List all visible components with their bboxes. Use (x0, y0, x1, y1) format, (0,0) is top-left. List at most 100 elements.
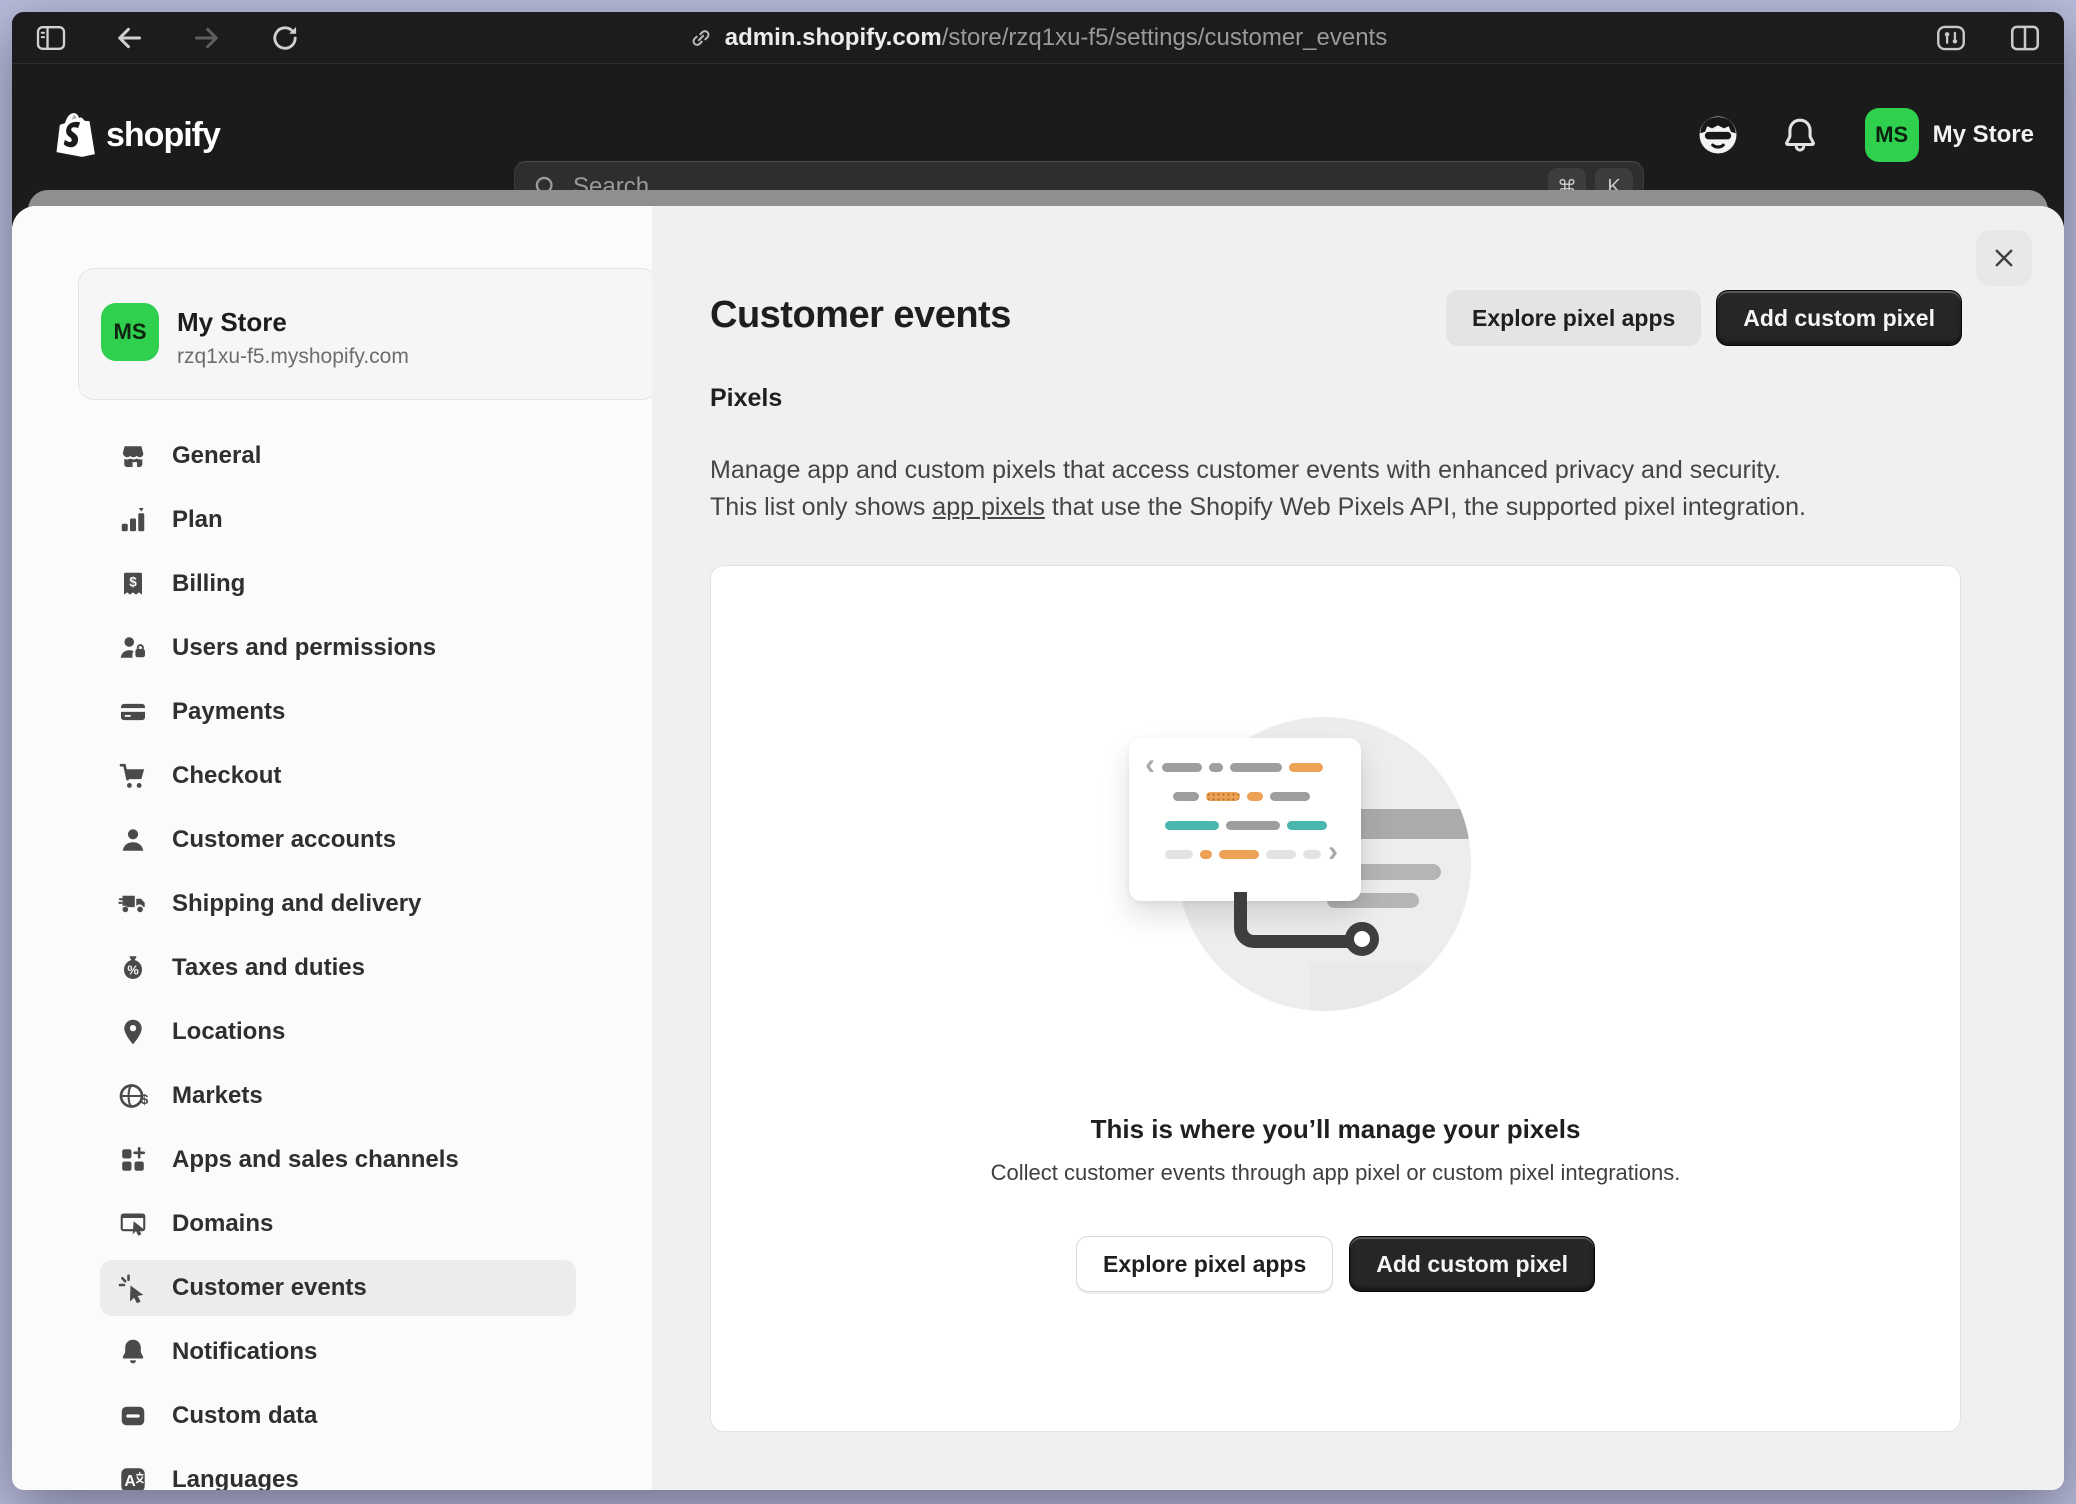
svg-text:$: $ (141, 1092, 148, 1107)
plan-icon (118, 505, 148, 535)
notifications-button[interactable] (1777, 112, 1823, 158)
sidebar-item-label: Checkout (172, 762, 281, 790)
connector-node (1345, 922, 1379, 956)
sidekick-button[interactable] (1695, 112, 1741, 158)
billing-icon: $ (118, 569, 148, 599)
sidebar-item-label: Billing (172, 570, 245, 598)
sidebar-item-shipping[interactable]: Shipping and delivery (100, 876, 576, 932)
account-label[interactable]: My Store (1933, 121, 2034, 149)
close-button[interactable] (1976, 230, 2032, 286)
desktop: { "browser": { "toolbar": { "icons": ["s… (0, 0, 2076, 1504)
customer-accounts-icon (118, 825, 148, 855)
settings-sidebar: MS My Store rzq1xu-f5.myshopify.com Gene… (12, 206, 652, 1490)
sidebar-item-payments[interactable]: Payments (100, 684, 576, 740)
svg-text:A: A (124, 1473, 135, 1490)
explore-pixel-apps-button[interactable]: Explore pixel apps (1446, 290, 1701, 346)
sidebar-item-taxes[interactable]: % Taxes and duties (100, 940, 576, 996)
languages-icon: A (118, 1465, 148, 1490)
settings-modal: MS My Store rzq1xu-f5.myshopify.com Gene… (12, 206, 2064, 1490)
split-view-icon[interactable] (2008, 21, 2042, 55)
sidebar-item-notifications[interactable]: Notifications (100, 1324, 576, 1380)
sidebar-item-markets[interactable]: $ Markets (100, 1068, 576, 1124)
url-host: admin.shopify.com (725, 24, 942, 51)
back-icon[interactable] (112, 21, 146, 55)
sidebar-item-label: Locations (172, 1018, 285, 1046)
shopify-wordmark: shopify (106, 116, 220, 155)
sidebar-toggle-icon[interactable] (34, 21, 68, 55)
sidebar-item-custom-data[interactable]: Custom data (100, 1388, 576, 1444)
sidebar-item-label: Languages (172, 1466, 299, 1490)
sidebar-item-label: Markets (172, 1082, 263, 1110)
add-custom-pixel-button[interactable]: Add custom pixel (1716, 290, 1962, 346)
sidebar-item-label: Custom data (172, 1402, 317, 1430)
account-avatar[interactable]: MS (1865, 108, 1919, 162)
markets-icon: $ (118, 1081, 148, 1111)
close-icon (1991, 245, 2017, 271)
connector-line (1234, 892, 1350, 948)
browser-window: admin.shopify.com/store/rzq1xu-f5/settin… (12, 12, 2064, 1490)
sidebar-item-label: Payments (172, 698, 285, 726)
page-title: Customer events (710, 294, 1011, 337)
illustration-rect (1309, 963, 1439, 1011)
pixels-description: Manage app and custom pixels that access… (710, 452, 2010, 526)
reload-icon[interactable] (268, 21, 302, 55)
sidebar-item-customer-events[interactable]: Customer events (100, 1260, 576, 1316)
app-pixels-link[interactable]: app pixels (932, 493, 1045, 521)
sidebar-item-billing[interactable]: $ Billing (100, 556, 576, 612)
admin-header: shopify Search ⌘ K (12, 64, 2064, 206)
store-domain: rzq1xu-f5.myshopify.com (177, 345, 409, 369)
code-snippet-illustration: ‹ › (1129, 738, 1361, 901)
sidebar-item-label: General (172, 442, 261, 470)
pixels-empty-state-card: ‹ › This is where you’ll manage your pix… (710, 565, 1961, 1432)
sidebar-item-locations[interactable]: Locations (100, 1004, 576, 1060)
svg-text:%: % (127, 962, 138, 977)
sidebar-item-label: Apps and sales channels (172, 1146, 459, 1174)
sidebar-item-domains[interactable]: Domains (100, 1196, 576, 1252)
sidebar-item-label: Domains (172, 1210, 273, 1238)
sidebar-item-plan[interactable]: Plan (100, 492, 576, 548)
users-icon (118, 633, 148, 663)
shortcuts-icon[interactable] (1934, 21, 1968, 55)
bell-icon (1781, 116, 1819, 154)
shipping-icon (118, 889, 148, 919)
custom-data-icon (118, 1401, 148, 1431)
sidebar-item-label: Plan (172, 506, 223, 534)
empty-explore-pixel-apps-button[interactable]: Explore pixel apps (1076, 1236, 1333, 1292)
sidebar-item-label: Notifications (172, 1338, 317, 1366)
settings-main: Customer events Explore pixel apps Add c… (652, 206, 2064, 1490)
url-path: /store/rzq1xu-f5/settings/customer_event… (942, 24, 1388, 51)
sidebar-item-general[interactable]: General (100, 428, 576, 484)
sidebar-item-users[interactable]: Users and permissions (100, 620, 576, 676)
general-icon (118, 441, 148, 471)
empty-state-heading: This is where you’ll manage your pixels (711, 1114, 1960, 1145)
apps-icon (118, 1145, 148, 1175)
sidebar-item-customer-accounts[interactable]: Customer accounts (100, 812, 576, 868)
forward-icon[interactable] (190, 21, 224, 55)
shopify-bag-icon (56, 111, 98, 159)
settings-nav: General Plan $ Billing Users and permissions… (12, 428, 652, 1490)
sidebar-item-languages[interactable]: A Languages (100, 1452, 576, 1490)
sidebar-item-label: Taxes and duties (172, 954, 365, 982)
payments-icon (118, 697, 148, 727)
locations-icon (118, 1017, 148, 1047)
domains-icon (118, 1209, 148, 1239)
sidebar-item-apps[interactable]: Apps and sales channels (100, 1132, 576, 1188)
empty-state-subtext: Collect customer events through app pixe… (711, 1160, 1960, 1186)
link-icon (689, 26, 713, 50)
notifications-icon (118, 1337, 148, 1367)
customer-events-icon (118, 1273, 148, 1303)
store-card: MS My Store rzq1xu-f5.myshopify.com (78, 268, 658, 400)
sidebar-item-label: Customer events (172, 1274, 367, 1302)
sidebar-item-label: Shipping and delivery (172, 890, 421, 918)
address-bar[interactable]: admin.shopify.com/store/rzq1xu-f5/settin… (12, 12, 2064, 64)
empty-add-custom-pixel-button[interactable]: Add custom pixel (1349, 1236, 1595, 1292)
sidekick-icon (1696, 113, 1740, 157)
sidebar-item-checkout[interactable]: Checkout (100, 748, 576, 804)
shopify-logo: shopify (56, 111, 220, 159)
pixels-section-title: Pixels (710, 384, 782, 413)
browser-toolbar: admin.shopify.com/store/rzq1xu-f5/settin… (12, 12, 2064, 64)
sidebar-item-label: Users and permissions (172, 634, 436, 662)
checkout-icon (118, 761, 148, 791)
sidebar-item-label: Customer accounts (172, 826, 396, 854)
store-avatar: MS (101, 303, 159, 361)
